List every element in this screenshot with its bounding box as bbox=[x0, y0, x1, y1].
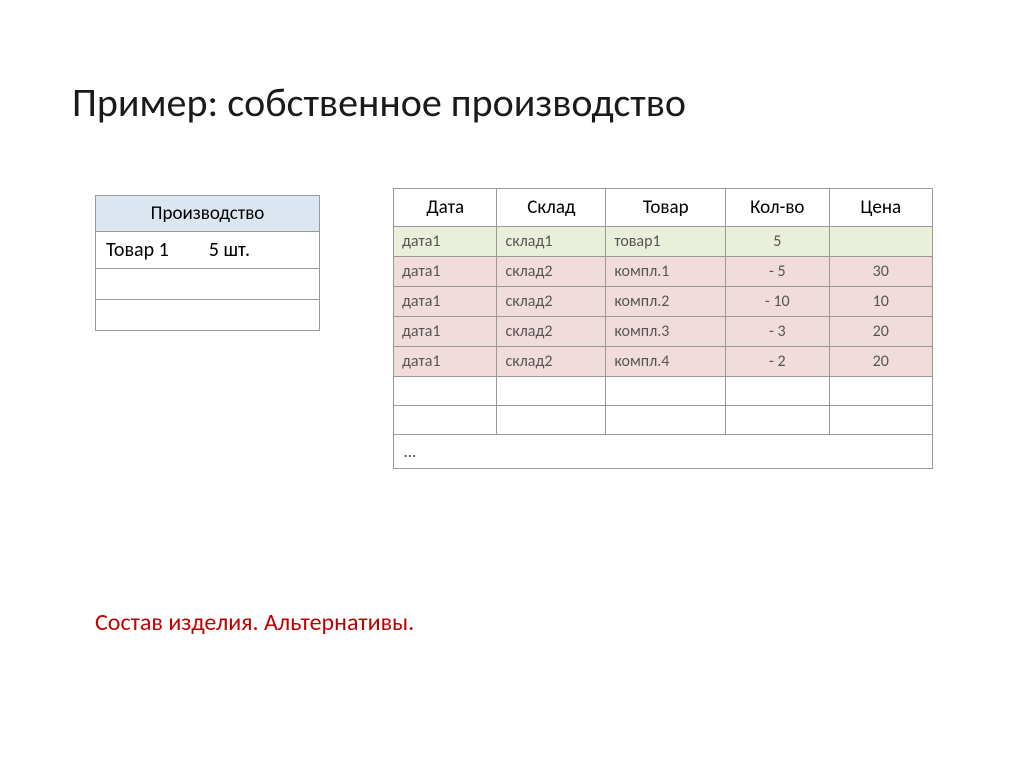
table-row bbox=[96, 269, 320, 300]
empty-cell bbox=[96, 300, 320, 331]
table-row bbox=[394, 406, 933, 435]
cell-date: дата1 bbox=[394, 347, 497, 377]
empty-cell bbox=[829, 377, 932, 406]
cell-product: компл.2 bbox=[606, 287, 726, 317]
cell-product: товар1 bbox=[606, 227, 726, 257]
table-row: дата1 склад2 компл.2 - 10 10 bbox=[394, 287, 933, 317]
empty-cell bbox=[497, 377, 606, 406]
inventory-table: Дата Склад Товар Кол-во Цена дата1 склад… bbox=[393, 188, 933, 469]
empty-cell bbox=[726, 377, 829, 406]
cell-date: дата1 bbox=[394, 227, 497, 257]
empty-cell bbox=[606, 377, 726, 406]
cell-qty: - 2 bbox=[726, 347, 829, 377]
cell-price: 20 bbox=[829, 317, 932, 347]
empty-cell bbox=[606, 406, 726, 435]
cell-date: дата1 bbox=[394, 257, 497, 287]
table-row: дата1 склад2 компл.4 - 2 20 bbox=[394, 347, 933, 377]
col-qty: Кол-во bbox=[726, 189, 829, 227]
table-row: дата1 склад1 товар1 5 bbox=[394, 227, 933, 257]
cell-price: 20 bbox=[829, 347, 932, 377]
cell-product: компл.4 bbox=[606, 347, 726, 377]
cell-qty: 5 bbox=[726, 227, 829, 257]
cell-price: 30 bbox=[829, 257, 932, 287]
cell-date: дата1 bbox=[394, 287, 497, 317]
col-date: Дата bbox=[394, 189, 497, 227]
cell-warehouse: склад2 bbox=[497, 257, 606, 287]
table-row bbox=[96, 300, 320, 331]
production-header: Производство bbox=[96, 196, 320, 232]
table-row bbox=[394, 377, 933, 406]
cell-warehouse: склад1 bbox=[497, 227, 606, 257]
table-row: дата1 склад2 компл.1 - 5 30 bbox=[394, 257, 933, 287]
empty-cell bbox=[497, 406, 606, 435]
table-row: … bbox=[394, 435, 933, 469]
cell-qty: - 5 bbox=[726, 257, 829, 287]
cell-warehouse: склад2 bbox=[497, 287, 606, 317]
empty-cell bbox=[829, 406, 932, 435]
cell-product: компл.3 bbox=[606, 317, 726, 347]
cell-price: 10 bbox=[829, 287, 932, 317]
col-warehouse: Склад bbox=[497, 189, 606, 227]
ellipsis-cell: … bbox=[394, 435, 933, 469]
page-title: Пример: собственное производство bbox=[72, 78, 686, 127]
col-price: Цена bbox=[829, 189, 932, 227]
cell-price bbox=[829, 227, 932, 257]
table-header-row: Дата Склад Товар Кол-во Цена bbox=[394, 189, 933, 227]
production-cell: Товар 1 5 шт. bbox=[96, 232, 320, 269]
empty-cell bbox=[394, 377, 497, 406]
cell-date: дата1 bbox=[394, 317, 497, 347]
production-table: Производство Товар 1 5 шт. bbox=[95, 195, 320, 331]
col-product: Товар bbox=[606, 189, 726, 227]
table-row: Товар 1 5 шт. bbox=[96, 232, 320, 269]
cell-qty: - 10 bbox=[726, 287, 829, 317]
table-row: дата1 склад2 компл.3 - 3 20 bbox=[394, 317, 933, 347]
empty-cell bbox=[96, 269, 320, 300]
empty-cell bbox=[394, 406, 497, 435]
cell-warehouse: склад2 bbox=[497, 317, 606, 347]
empty-cell bbox=[726, 406, 829, 435]
cell-qty: - 3 bbox=[726, 317, 829, 347]
cell-product: компл.1 bbox=[606, 257, 726, 287]
footer-note: Состав изделия. Альтернативы. bbox=[95, 608, 414, 637]
cell-warehouse: склад2 bbox=[497, 347, 606, 377]
